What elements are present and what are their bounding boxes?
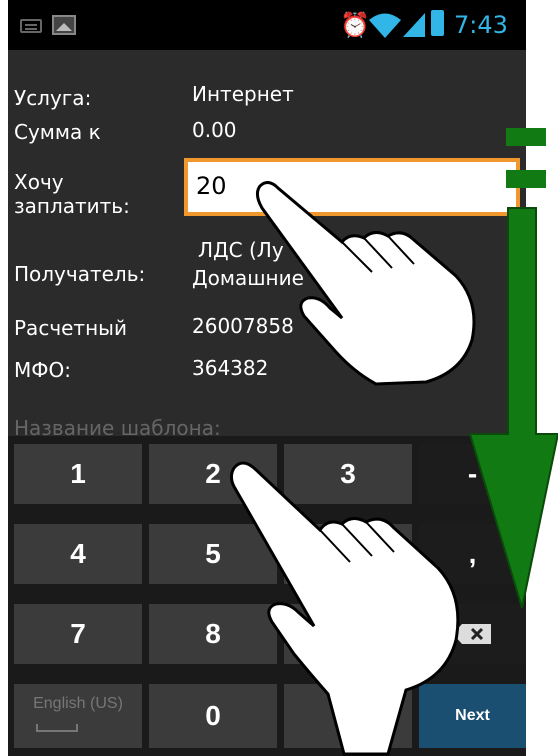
- battery-icon: [431, 10, 444, 36]
- tap-hand-icon-field: [255, 181, 476, 386]
- amount-due-value: 0.00: [192, 118, 237, 142]
- mfo-label: МФО:: [14, 358, 71, 382]
- tap-hand-icon-key: [229, 461, 460, 756]
- notification-icon: [20, 19, 42, 33]
- key-7[interactable]: 7: [14, 604, 142, 664]
- image-icon: [52, 15, 76, 35]
- service-value: Интернет: [192, 82, 294, 106]
- status-bar: ⏰ 7:43: [8, 0, 526, 50]
- wifi-icon: [369, 13, 401, 38]
- service-label: Услуга:: [14, 86, 92, 110]
- space-bar-icon: [36, 724, 78, 732]
- signal-icon: [403, 13, 425, 37]
- amount-due-label: Сумма к: [14, 120, 101, 144]
- language-key[interactable]: English (US): [14, 684, 142, 748]
- language-label: English (US): [33, 695, 123, 712]
- key-4[interactable]: 4: [14, 524, 142, 584]
- account-label: Расчетный: [14, 316, 127, 340]
- recipient-label: Получатель:: [14, 262, 146, 286]
- clock-time: 7:43: [454, 11, 508, 39]
- want-to-pay-label: Хочу заплатить:: [14, 170, 130, 218]
- key-1[interactable]: 1: [14, 444, 142, 504]
- alarm-icon: ⏰: [340, 11, 370, 39]
